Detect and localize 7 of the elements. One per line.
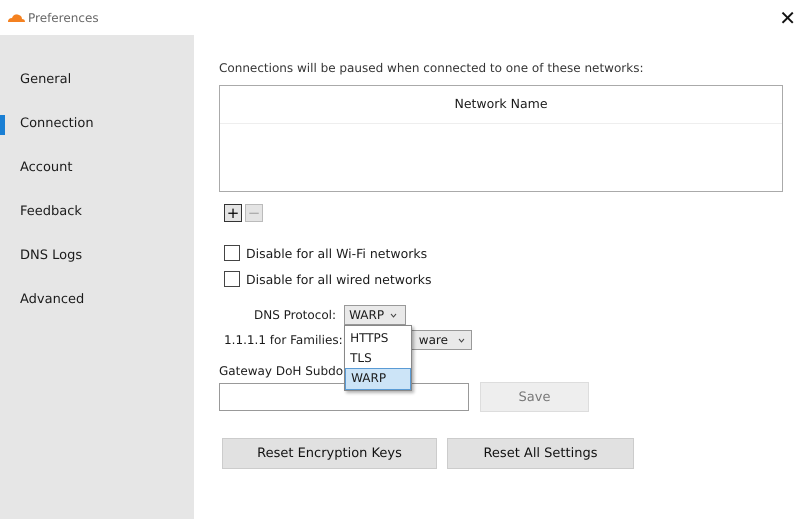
field-label: 1.1.1.1 for Families: xyxy=(224,333,344,347)
checkbox-label: Disable for all wired networks xyxy=(246,272,432,286)
window-title: Preferences xyxy=(28,10,99,24)
instruction-text: Connections will be paused when connected to one of these networks: xyxy=(219,61,644,75)
checkbox-label: Disable for all Wi-Fi networks xyxy=(246,246,428,260)
field-label: Gateway DoH Subdo xyxy=(219,364,344,378)
field-label: DNS Protocol: xyxy=(254,308,336,322)
